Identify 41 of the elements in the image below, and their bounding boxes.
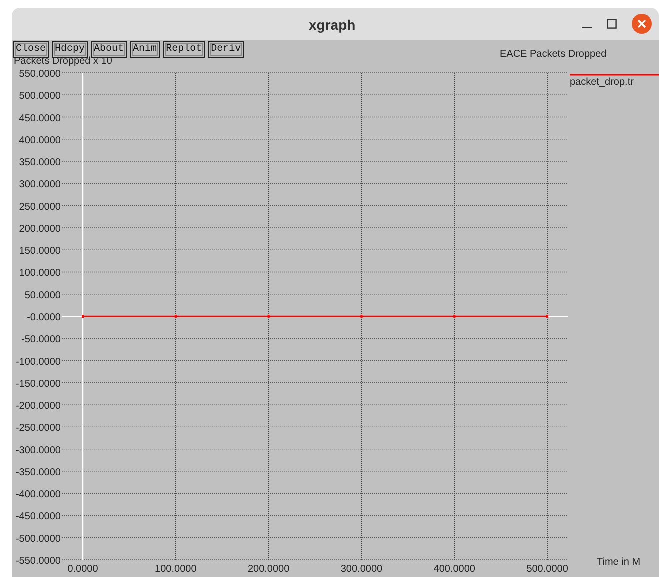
y-tick-label: 200.0000 <box>19 224 61 235</box>
y-tick-label: 50.0000 <box>24 290 61 302</box>
y-tick-label: -300.0000 <box>16 445 61 456</box>
y-tick-label: 250.0000 <box>19 202 61 213</box>
y-tick-label: 550.0000 <box>19 69 61 80</box>
y-tick-label: 400.0000 <box>19 135 61 146</box>
toolbar-button[interactable]: Deriv <box>208 41 244 58</box>
y-tick-label: -250.0000 <box>16 423 61 434</box>
toolbar-button[interactable]: Hdcpy <box>52 41 88 58</box>
y-tick-label: 500.0000 <box>19 91 61 102</box>
y-tick-label: 350.0000 <box>19 158 61 169</box>
x-tick-label: 100.0000 <box>155 564 197 575</box>
y-tick-label: 150.0000 <box>19 246 61 258</box>
x-tick-label: 300.0000 <box>340 564 383 575</box>
y-tick-label: 100.0000 <box>19 268 61 280</box>
window-title: xgraph <box>309 16 356 35</box>
y-tick-label: -400.0000 <box>16 490 61 501</box>
y-tick-label: -150.0000 <box>16 378 61 390</box>
y-tick-label: -100.0000 <box>16 356 61 368</box>
maximize-icon[interactable] <box>607 19 617 29</box>
y-tick-label: -200.0000 <box>16 401 61 412</box>
x-tick-label: 200.0000 <box>248 564 290 575</box>
y-tick-label: -450.0000 <box>16 512 61 523</box>
y-tick-label: 300.0000 <box>19 180 61 191</box>
close-icon[interactable] <box>631 13 653 35</box>
x-tick-label: 400.0000 <box>434 564 476 575</box>
x-tick-label: 500.0000 <box>526 564 568 575</box>
toolbar-button[interactable]: Anim <box>130 41 160 58</box>
legend-label: packet_drop.tr <box>570 77 634 88</box>
y-tick-label: -50.0000 <box>22 334 61 346</box>
toolbar-button[interactable]: About <box>91 41 128 58</box>
y-tick-label: -550.0000 <box>16 556 61 567</box>
y-tick-label: -500.0000 <box>16 534 61 545</box>
x-axis-label: Time in M <box>597 557 641 568</box>
toolbar-button[interactable]: Replot <box>163 41 206 58</box>
chart-title: EACE Packets Dropped <box>500 49 607 60</box>
y-tick-label: 450.0000 <box>19 113 61 124</box>
y-tick-label: -0.0000 <box>27 312 61 324</box>
y-tick-label: -350.0000 <box>16 467 61 478</box>
x-tick-label: 0.0000 <box>68 564 98 575</box>
toolbar-button[interactable]: Close <box>13 41 50 58</box>
